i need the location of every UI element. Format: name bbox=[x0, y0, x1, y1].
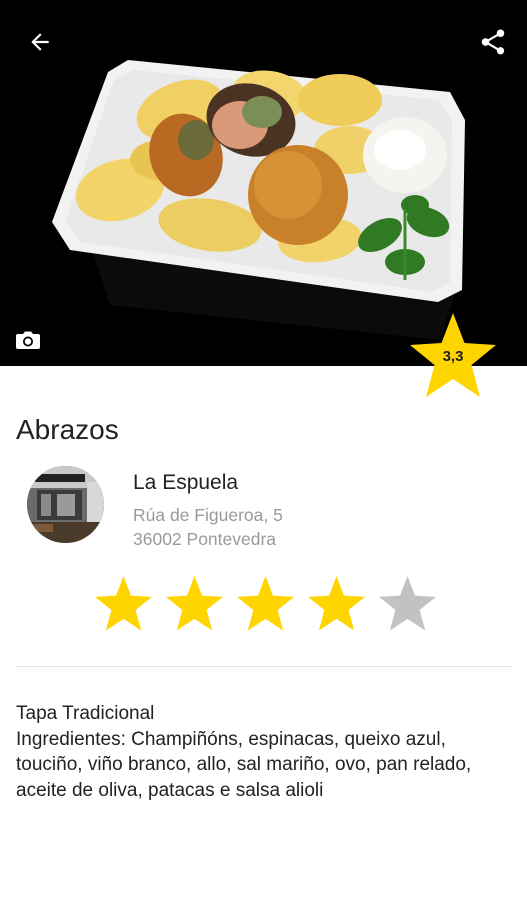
venue-address-street: Rúa de Figueroa, 5 bbox=[133, 505, 283, 525]
dish-ingredients: Ingredientes: Champiñóns, espinacas, que… bbox=[16, 728, 472, 801]
star-3-icon[interactable] bbox=[236, 574, 295, 633]
dish-description: Tapa Tradicional Ingredientes: Champiñón… bbox=[16, 701, 516, 803]
rating-badge: 3,3 bbox=[406, 310, 500, 402]
venue-avatar[interactable] bbox=[27, 466, 104, 543]
rating-stars[interactable] bbox=[94, 574, 437, 636]
divider bbox=[16, 666, 512, 667]
star-1-icon[interactable] bbox=[94, 574, 153, 633]
camera-button[interactable] bbox=[15, 330, 41, 350]
share-button[interactable] bbox=[473, 22, 513, 62]
venue-address-city: 36002 Pontevedra bbox=[133, 529, 277, 549]
dish-title: Abrazos bbox=[16, 414, 119, 445]
dish-category: Tapa Tradicional bbox=[16, 703, 155, 724]
star-2-icon[interactable] bbox=[165, 574, 224, 633]
rating-value: 3,3 bbox=[442, 348, 464, 365]
back-button[interactable] bbox=[20, 22, 60, 62]
star-4-icon[interactable] bbox=[307, 574, 366, 633]
star-5-icon[interactable] bbox=[378, 574, 437, 633]
venue-name[interactable]: La Espuela bbox=[133, 471, 238, 495]
venue-address: Rúa de Figueroa, 5 36002 Pontevedra bbox=[133, 503, 283, 551]
share-icon bbox=[481, 29, 505, 55]
venue-photo bbox=[27, 466, 104, 543]
camera-icon bbox=[16, 331, 40, 349]
arrow-left-icon bbox=[31, 33, 49, 51]
